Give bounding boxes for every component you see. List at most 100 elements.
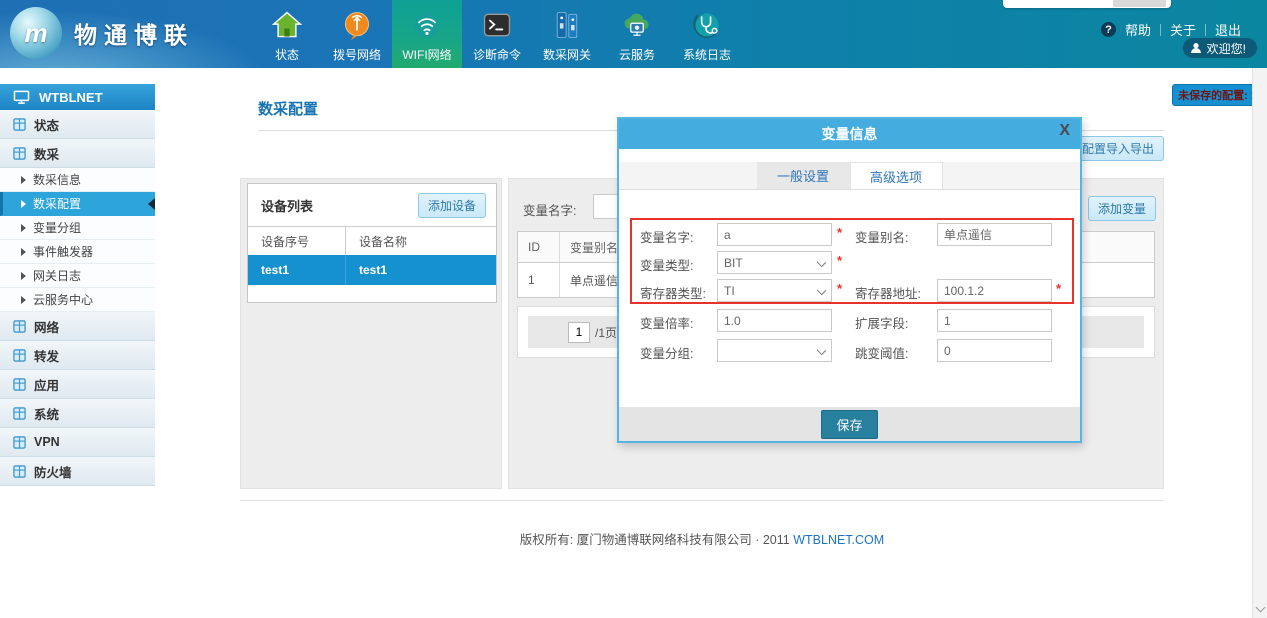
sidebar-item-cloud-center[interactable]: 云服务中心 [0, 288, 155, 312]
grid-icon [13, 320, 26, 333]
tab-advanced-options[interactable]: 高级选项 [850, 162, 943, 189]
device-list-panel: 设备列表 添加设备 设备序号 设备名称 test1 test1 [247, 183, 497, 303]
add-device-button[interactable]: 添加设备 [418, 193, 486, 218]
divider [1205, 24, 1206, 36]
sidebar-item-variable-group[interactable]: 变量分组 [0, 216, 155, 240]
sidebar-item-vpn[interactable]: VPN [0, 428, 155, 457]
chevron-down-icon [817, 258, 826, 267]
sidebar-item-network[interactable]: 网络 [0, 312, 155, 341]
variable-group-select[interactable] [717, 339, 832, 362]
ext-field-input[interactable] [937, 309, 1052, 332]
scroll-down-icon[interactable] [1256, 604, 1264, 612]
nav-item-wifi-network[interactable]: WIFI网络 [392, 0, 462, 68]
jump-threshold-input[interactable] [937, 339, 1052, 362]
wifi-icon [409, 7, 445, 43]
sidebar-item-label: 状态 [34, 115, 59, 134]
arrow-right-icon [21, 296, 26, 304]
variable-info-dialog: 变量信息 X 一般设置 高级选项 变量名字: * 变量别名: 变量类型: BIT… [617, 117, 1082, 443]
sidebar-item-data-collection[interactable]: 数采 [0, 139, 155, 168]
vertical-scrollbar[interactable] [1252, 68, 1267, 618]
terminal-icon [479, 7, 515, 43]
nav-items: 状态 拨号网络 WIFI网络 诊断命令 [252, 0, 742, 68]
config-import-export-button[interactable]: 配置导入导出 [1072, 136, 1164, 161]
wtblnet-link[interactable]: WTBLNET.COM [793, 533, 884, 547]
variable-ratio-input[interactable] [717, 309, 832, 332]
app-window: m 物通博联 状态 拨号网络 WIFI网络 [0, 0, 1267, 618]
cutoff-search-button[interactable] [1113, 0, 1166, 7]
sidebar-item-label: 系统 [34, 404, 59, 423]
tab-general-settings[interactable]: 一般设置 [757, 162, 850, 189]
column-header-name: 设备名称 [346, 227, 496, 255]
save-button[interactable]: 保存 [821, 410, 877, 439]
sidebar-item-status[interactable]: 状态 [0, 110, 155, 139]
arrow-right-icon [21, 200, 26, 208]
user-icon [1190, 42, 1202, 54]
grid-icon [13, 436, 26, 449]
help-icon: ? [1101, 22, 1116, 37]
field-label-alias: 变量别名: [855, 227, 908, 246]
grid-icon [13, 349, 26, 362]
help-link[interactable]: 帮助 [1125, 20, 1151, 39]
sidebar-item-gateway-log[interactable]: 网关日志 [0, 264, 155, 288]
field-label-ext-field: 扩展字段: [855, 313, 908, 332]
required-marker: * [837, 281, 842, 296]
stethoscope-log-icon [689, 7, 725, 43]
nav-item-cloud-service[interactable]: 云服务 [602, 0, 672, 68]
register-type-select[interactable]: TI [717, 279, 832, 302]
grid-icon [13, 378, 26, 391]
sidebar-item-data-info[interactable]: 数采信息 [0, 168, 155, 192]
sidebar-item-application[interactable]: 应用 [0, 370, 155, 399]
variable-name-input[interactable] [717, 223, 832, 246]
brand-logo: m 物通博联 [10, 7, 194, 59]
sidebar-item-label: 转发 [34, 346, 59, 365]
about-link[interactable]: 关于 [1170, 20, 1196, 39]
sidebar-item-label: 事件触发器 [33, 243, 93, 260]
nav-item-label: 数采网关 [543, 46, 591, 63]
nav-item-system-log[interactable]: 系统日志 [672, 0, 742, 68]
sidebar-item-firewall[interactable]: 防火墙 [0, 457, 155, 486]
sidebar-item-label: 数采信息 [33, 171, 81, 188]
close-icon[interactable]: X [1059, 122, 1070, 140]
nav-item-label: 云服务 [619, 46, 655, 63]
register-address-input[interactable] [937, 279, 1052, 302]
field-label-register-type: 寄存器类型: [640, 283, 706, 302]
variable-alias-input[interactable] [937, 223, 1052, 246]
unsaved-config-badge[interactable]: 未保存的配置: 1 [1172, 84, 1263, 106]
cutoff-search-box[interactable] [1003, 0, 1171, 8]
nav-item-label: 诊断命令 [473, 46, 521, 63]
sidebar-item-event-trigger[interactable]: 事件触发器 [0, 240, 155, 264]
grid-icon [13, 407, 26, 420]
arrow-right-icon [21, 272, 26, 280]
monitor-icon [13, 90, 30, 105]
sidebar-item-label: 云服务中心 [33, 291, 93, 308]
sidebar-item-label: 网络 [34, 317, 59, 336]
arrow-right-icon [21, 224, 26, 232]
sidebar-item-label: 应用 [34, 375, 59, 394]
arrow-right-icon [21, 176, 26, 184]
welcome-badge[interactable]: 欢迎您! [1183, 38, 1257, 58]
variable-name-filter-label: 变量名字: [523, 200, 576, 219]
dialog-tabs: 一般设置 高级选项 [619, 162, 1080, 190]
nav-item-data-gateway[interactable]: 数采网关 [532, 0, 602, 68]
required-marker: * [837, 253, 842, 268]
page-number-input[interactable] [568, 322, 590, 343]
sidebar-item-label: 变量分组 [33, 219, 81, 236]
logout-link[interactable]: 退出 [1215, 20, 1241, 39]
top-links: ? 帮助 关于 退出 [1101, 20, 1241, 39]
device-table-header: 设备序号 设备名称 [248, 226, 496, 255]
field-label-group: 变量分组: [640, 343, 693, 362]
dialog-title: 变量信息 [822, 124, 878, 144]
table-row-selected[interactable]: test1 test1 [248, 255, 496, 285]
nav-item-diagnostic-command[interactable]: 诊断命令 [462, 0, 532, 68]
sidebar-item-forwarding[interactable]: 转发 [0, 341, 155, 370]
add-variable-button[interactable]: 添加变量 [1088, 196, 1156, 221]
variable-type-select[interactable]: BIT [717, 251, 832, 274]
sidebar-item-data-config[interactable]: 数采配置 [0, 192, 155, 216]
sidebar-item-system[interactable]: 系统 [0, 399, 155, 428]
nav-item-label: WIFI网络 [402, 46, 451, 63]
device-table: 设备序号 设备名称 test1 test1 [248, 226, 496, 285]
nav-item-dialup-network[interactable]: 拨号网络 [322, 0, 392, 68]
column-header-id: ID [518, 232, 560, 262]
gateway-servers-icon [549, 7, 585, 43]
nav-item-status[interactable]: 状态 [252, 0, 322, 68]
